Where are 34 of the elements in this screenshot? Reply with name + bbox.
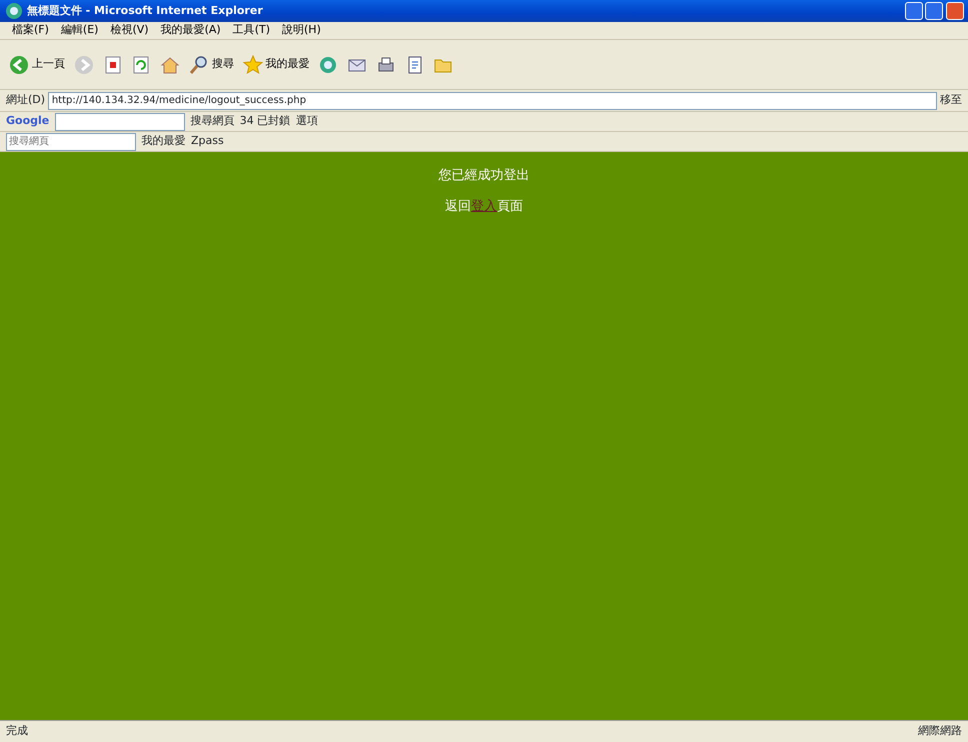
zpass-button[interactable]: Zpass: [191, 133, 224, 150]
status-text: 完成: [6, 723, 28, 740]
favorites-button[interactable]: 我的最愛: [142, 133, 186, 150]
options-button[interactable]: 選項: [296, 113, 318, 130]
menu-item[interactable]: 編輯(E): [54, 21, 104, 40]
search-field[interactable]: [54, 112, 185, 130]
logout-message: 您已經成功登出: [438, 168, 530, 183]
search-icon: [188, 54, 209, 74]
return-text: 返回登入頁面: [445, 198, 523, 214]
stop-icon: [102, 54, 122, 74]
search-field[interactable]: 搜尋網頁: [6, 132, 136, 150]
maximize-button[interactable]: [925, 2, 944, 20]
menu-item[interactable]: 說明(H): [276, 21, 327, 40]
menu-item[interactable]: 我的最愛(A): [154, 21, 227, 40]
printer-icon: [376, 54, 396, 74]
toolbar-button[interactable]: 我的最愛: [240, 52, 312, 76]
toolbar-button[interactable]: 搜尋: [186, 52, 237, 76]
window-title: 無標題文件 - Microsoft Internet Explorer: [26, 2, 264, 19]
go-button[interactable]: 移至: [940, 92, 962, 109]
address-label: 網址(D): [6, 92, 46, 108]
search-web-button[interactable]: 搜尋網頁: [190, 113, 234, 130]
home-icon: [160, 54, 180, 74]
toolbar-button[interactable]: 上一頁: [6, 52, 68, 76]
star-icon: [242, 54, 262, 74]
refresh-icon: [131, 54, 152, 74]
close-button[interactable]: [946, 2, 964, 20]
minimize-button[interactable]: [904, 2, 922, 20]
menu-item[interactable]: 檔案(F): [6, 21, 55, 40]
address-field[interactable]: http://140.134.32.94/medicine/logout_success.php: [48, 92, 938, 110]
popup-blocked-button[interactable]: 34 已封鎖: [240, 113, 290, 130]
zone-text: 網際網路: [918, 723, 962, 740]
menu-item[interactable]: 工具(T): [226, 21, 276, 40]
google-logo: Google: [6, 113, 50, 130]
menu-item[interactable]: 檢視(V): [104, 21, 155, 40]
